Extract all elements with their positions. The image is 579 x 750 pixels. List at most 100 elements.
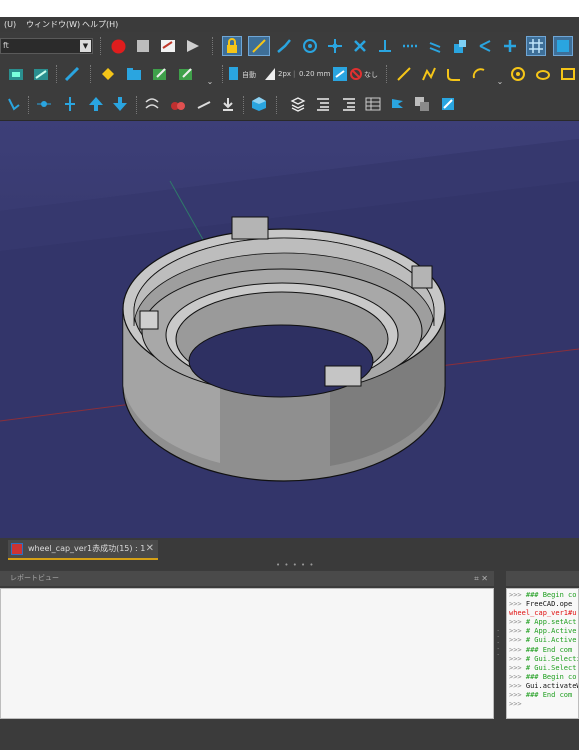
console-text: # Gui.Active xyxy=(525,636,577,645)
polyline-icon[interactable] xyxy=(421,66,437,82)
toolbar-separator xyxy=(28,96,30,114)
console-text: ### Begin co xyxy=(525,591,577,599)
vertical-grip-icon[interactable]: · · · · · xyxy=(497,628,501,659)
console-text: # App.Active xyxy=(525,627,577,636)
snap-icon[interactable] xyxy=(477,38,493,54)
move-icon[interactable] xyxy=(327,38,343,54)
record-macro-icon[interactable] xyxy=(110,38,126,54)
offset-icon[interactable] xyxy=(144,96,160,112)
constraint-coincident-icon[interactable] xyxy=(6,96,22,112)
console-text: wheel_cap_ver1#u xyxy=(509,609,577,618)
group-icon[interactable] xyxy=(100,66,116,82)
part-design-icon[interactable] xyxy=(8,66,24,82)
none-label[interactable]: なし xyxy=(364,70,378,80)
menu-item-window[interactable]: ウィンドウ(W) xyxy=(26,17,80,32)
menu-item-u[interactable]: (U) xyxy=(4,17,16,32)
snap-arrow-icon[interactable] xyxy=(333,67,347,81)
table-icon[interactable] xyxy=(365,96,381,112)
box-icon[interactable] xyxy=(251,96,267,112)
console-text: # Gui.Select xyxy=(525,663,577,672)
array-icon[interactable] xyxy=(170,96,186,112)
arrow-down-icon[interactable] xyxy=(112,96,128,112)
line-color-icon[interactable] xyxy=(265,68,275,80)
menu-item-help[interactable]: ヘルプ(H) xyxy=(82,17,118,32)
chevron-down-icon[interactable]: ⌄ xyxy=(202,74,218,90)
dotted-line-icon[interactable] xyxy=(402,38,418,54)
arrow-up-icon[interactable] xyxy=(88,96,104,112)
download-icon[interactable] xyxy=(220,96,236,112)
arrow-icon[interactable] xyxy=(427,38,443,54)
close-icon[interactable]: ✕ xyxy=(481,574,488,583)
edit-object-icon[interactable] xyxy=(152,66,168,82)
document-tab[interactable]: wheel_cap_ver1赤成功(15) : 1 ✕ xyxy=(8,540,158,560)
list-icon[interactable] xyxy=(315,96,331,112)
constraint-vertical-icon[interactable] xyxy=(62,96,78,112)
sketch-circle-icon[interactable] xyxy=(510,66,526,82)
shape-2d-icon[interactable] xyxy=(440,96,456,112)
edit-object-2-icon[interactable] xyxy=(178,66,194,82)
line-icon[interactable] xyxy=(248,36,270,56)
toolbar-separator xyxy=(100,37,102,55)
console-line: wheel_cap_ver1#u xyxy=(509,609,578,618)
sketch-line-icon[interactable] xyxy=(396,66,412,82)
rectangle-icon[interactable] xyxy=(560,66,576,82)
measure-icon[interactable] xyxy=(64,66,80,82)
console-line: >>> ### Begin co xyxy=(509,591,578,600)
3d-viewport[interactable] xyxy=(0,121,579,538)
macros-icon[interactable] xyxy=(160,38,176,54)
3d-scene[interactable] xyxy=(0,121,579,538)
report-view-body[interactable] xyxy=(0,588,494,719)
flag-icon[interactable] xyxy=(390,96,406,112)
arc-icon[interactable] xyxy=(471,66,487,82)
document-tab-label: wheel_cap_ver1赤成功(15) : 1 xyxy=(28,544,146,553)
grid-icon[interactable] xyxy=(526,36,546,56)
console-line: >>> # Gui.Select xyxy=(509,664,578,673)
python-console-lines: >>> ### Begin co >>> FreeCAD.ope wheel_cap… xyxy=(507,589,578,709)
chevron-down-icon[interactable]: ⌄ xyxy=(492,74,508,90)
workbench-selector[interactable]: ft ▼ xyxy=(0,38,93,54)
console-line: >>> ### Begin co xyxy=(509,673,578,682)
toolbar-row-1: ft ▼ xyxy=(0,32,579,60)
console-prompt: >>> xyxy=(509,636,526,645)
shapes-icon[interactable] xyxy=(452,38,468,54)
line-width-label[interactable]: 2px xyxy=(278,70,291,78)
cube-icon[interactable] xyxy=(553,36,573,56)
wire-icon[interactable] xyxy=(276,38,292,54)
console-line: >>> FreeCAD.ope xyxy=(509,600,578,609)
style-icon[interactable] xyxy=(229,67,239,81)
mirror-icon[interactable] xyxy=(196,96,212,112)
report-view-header: レポートビュー ⌗ ✕ xyxy=(0,571,494,586)
console-text: ### End com xyxy=(525,645,573,654)
python-console[interactable]: >>> ### Begin co >>> FreeCAD.ope wheel_cap… xyxy=(506,588,579,719)
lock-icon[interactable] xyxy=(222,36,242,56)
circle-icon[interactable] xyxy=(302,38,318,54)
toolbar-separator xyxy=(90,65,92,83)
delete-icon[interactable] xyxy=(352,38,368,54)
ellipse-icon[interactable] xyxy=(535,66,551,82)
layers-icon[interactable] xyxy=(290,96,306,112)
console-prompt: >>> xyxy=(509,654,526,663)
console-text: # App.setAct xyxy=(525,618,577,627)
splitter-handle[interactable]: • • • • • xyxy=(0,560,579,570)
toolbar-row-2: ⌄ 自動 2px | 0.20 mm なし ⌄ xyxy=(0,60,579,89)
no-entry-icon[interactable] xyxy=(350,67,362,81)
fillet-icon[interactable] xyxy=(446,66,462,82)
clone-icon[interactable] xyxy=(414,96,430,112)
console-line: >>> Gui.activateW xyxy=(509,682,578,691)
close-icon[interactable]: ✕ xyxy=(146,540,154,558)
folder-icon[interactable] xyxy=(126,66,142,82)
auto-label[interactable]: 自動 xyxy=(242,70,256,80)
list-indent-icon[interactable] xyxy=(341,96,357,112)
constraint-point-icon[interactable] xyxy=(36,96,52,112)
wheel-cap-model[interactable] xyxy=(122,216,446,482)
float-icon[interactable]: ⌗ xyxy=(474,574,479,583)
sketch-icon[interactable] xyxy=(33,66,49,82)
console-line: >>> # App.Active xyxy=(509,627,578,636)
perpendicular-icon[interactable] xyxy=(377,38,393,54)
execute-macro-icon[interactable] xyxy=(185,38,201,54)
dimension-label[interactable]: 0.20 mm xyxy=(299,70,330,78)
toolbar-separator xyxy=(212,37,214,55)
plus-icon[interactable] xyxy=(502,38,518,54)
console-text: Gui.activateW xyxy=(525,681,579,690)
stop-macro-icon[interactable] xyxy=(135,38,151,54)
